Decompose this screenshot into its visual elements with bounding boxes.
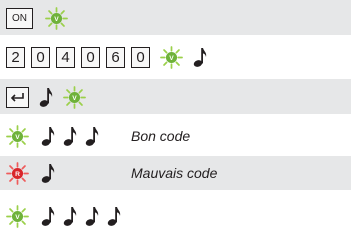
eighth-note-icon (41, 125, 55, 147)
digit-key[interactable]: 2 (6, 46, 25, 68)
eighth-note-icon (41, 205, 55, 227)
enter-row (6, 83, 92, 111)
digit-key[interactable]: 0 (131, 46, 150, 68)
enter-key-icon (10, 92, 24, 102)
power-on-row: ON (6, 4, 74, 32)
eighth-note-icon (85, 205, 99, 227)
eighth-note-icon (63, 125, 77, 147)
eighth-note-icon (63, 205, 77, 227)
green-led-icon (63, 86, 86, 109)
code-entry-row: 2 0 4 0 6 0 (6, 43, 211, 71)
digit-key[interactable]: 4 (56, 46, 75, 68)
bad-code-row (6, 159, 59, 187)
enter-key[interactable] (6, 86, 29, 108)
on-key[interactable]: ON (6, 7, 33, 29)
good-code-label: Bon code (131, 128, 191, 144)
bad-code-label: Mauvais code (131, 165, 218, 181)
eighth-note-icon (39, 86, 53, 108)
green-led-icon (6, 205, 29, 228)
red-led-icon (6, 162, 29, 185)
green-led-icon (160, 46, 183, 69)
final-row (6, 202, 125, 230)
digit-key[interactable]: 0 (31, 46, 50, 68)
eighth-note-icon (41, 162, 55, 184)
eighth-note-icon (85, 125, 99, 147)
digit-key[interactable]: 0 (81, 46, 100, 68)
digit-key[interactable]: 6 (106, 46, 125, 68)
eighth-note-icon (107, 205, 121, 227)
green-led-icon (45, 7, 68, 30)
good-code-row (6, 122, 103, 150)
eighth-note-icon (193, 46, 207, 68)
green-led-icon (6, 125, 29, 148)
